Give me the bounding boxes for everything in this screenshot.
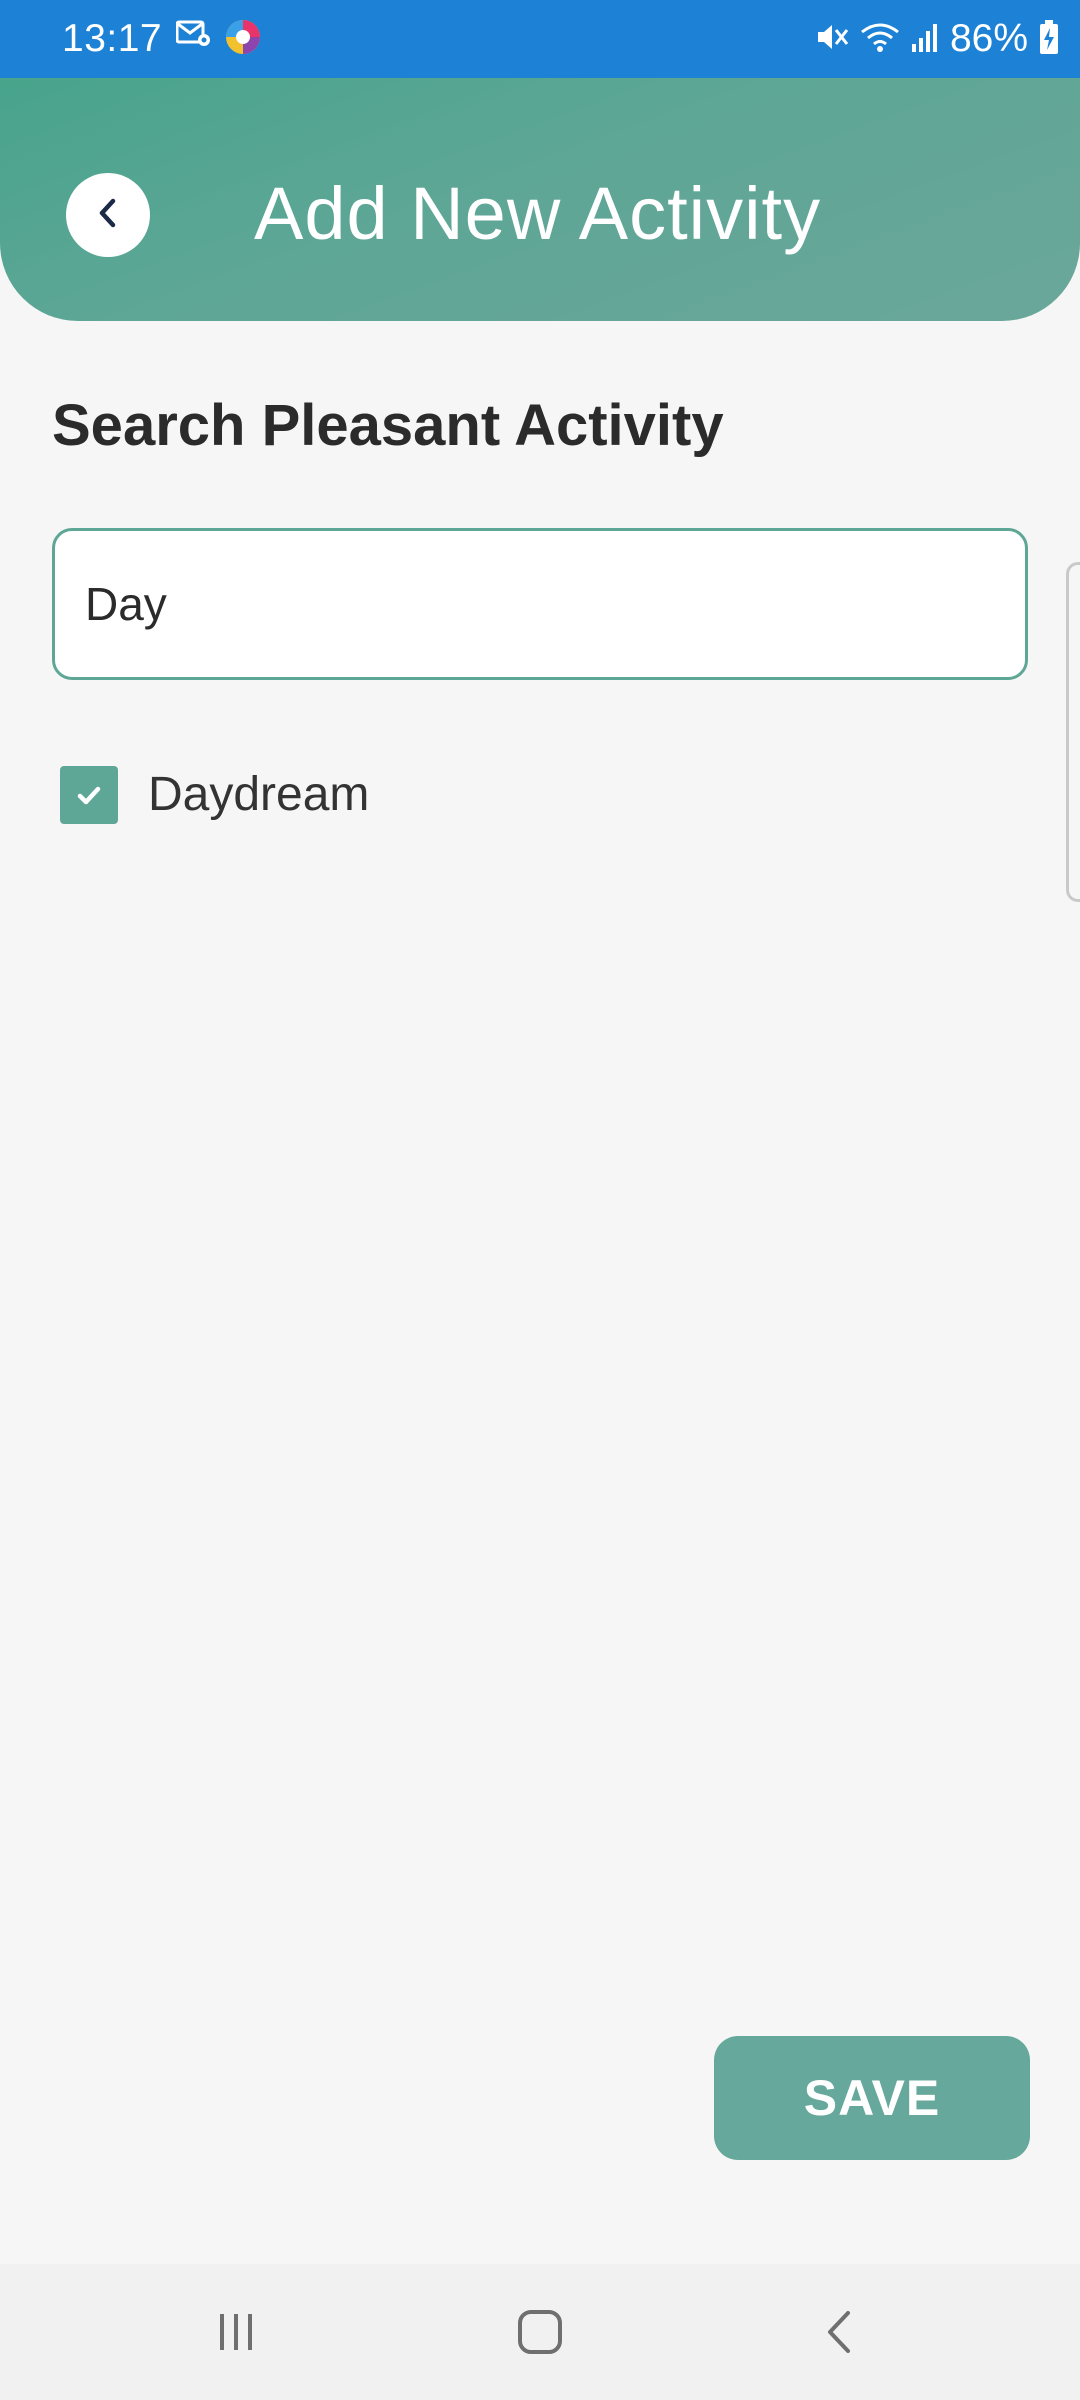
back-icon	[828, 2311, 850, 2353]
app-header: Add New Activity	[0, 78, 1080, 321]
mail-settings-icon	[175, 18, 212, 61]
battery-charging-icon	[1038, 19, 1060, 60]
check-icon	[77, 786, 101, 805]
status-time: 13:17	[62, 17, 163, 60]
back-button[interactable]	[66, 173, 150, 257]
search-input[interactable]	[85, 531, 985, 677]
battery-percent: 86%	[949, 17, 1028, 60]
mute-icon	[814, 20, 850, 59]
nav-back-button[interactable]	[740, 2264, 940, 2400]
status-bar: 13:17 86%	[0, 0, 1080, 78]
home-button[interactable]	[440, 2264, 640, 2400]
status-right: 86%	[814, 14, 1060, 64]
checkbox-checked[interactable]	[60, 766, 118, 824]
system-nav-bar	[0, 2264, 1080, 2400]
app-icon	[224, 18, 262, 61]
page-title: Add New Activity	[254, 172, 822, 255]
wifi-icon	[860, 20, 900, 59]
signal-icon	[910, 20, 940, 59]
edge-panel-handle[interactable]	[1066, 562, 1080, 902]
save-button[interactable]: SAVE	[714, 2036, 1030, 2160]
section-title: Search Pleasant Activity	[52, 393, 724, 458]
list-item[interactable]: Daydream	[60, 763, 369, 827]
list-item-label: Daydream	[148, 768, 370, 821]
notification-icons	[175, 18, 262, 61]
recent-apps-icon	[220, 2314, 252, 2350]
home-icon	[518, 2310, 562, 2354]
recents-button[interactable]	[136, 2264, 336, 2400]
chevron-left-icon	[93, 195, 123, 236]
search-field[interactable]	[52, 528, 1028, 680]
